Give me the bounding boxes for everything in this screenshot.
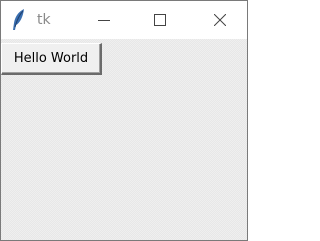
window-title: tk — [37, 12, 51, 28]
close-icon — [214, 14, 226, 26]
title-bar[interactable]: tk — [1, 1, 247, 39]
close-button[interactable] — [199, 1, 241, 39]
maximize-icon — [154, 14, 166, 26]
window-client-area: Hello World — [1, 39, 247, 240]
app-window: tk Hello World — [0, 0, 248, 241]
feather-icon — [9, 8, 29, 32]
minimize-icon — [98, 20, 110, 21]
maximize-button[interactable] — [139, 1, 181, 39]
hello-world-button[interactable]: Hello World — [1, 43, 102, 75]
minimize-button[interactable] — [83, 1, 125, 39]
